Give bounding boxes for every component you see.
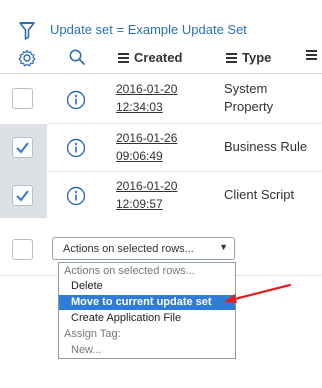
table-row[interactable]: 2016-01-20 12:34:03 System Property <box>0 74 322 124</box>
table-row[interactable]: 2016-01-20 12:09:57 Client Script <box>0 172 322 218</box>
type-cell: Business Rule <box>224 138 307 156</box>
column-header-created[interactable]: Created <box>118 50 182 65</box>
chevron-down-icon: ▼ <box>219 242 228 252</box>
info-icon[interactable] <box>66 90 86 115</box>
info-icon[interactable] <box>66 138 86 163</box>
dropdown-option-new-tag[interactable]: New... <box>59 343 235 358</box>
column-header-type[interactable]: Type <box>226 50 271 65</box>
row-checkbox[interactable] <box>12 88 33 109</box>
created-time: 12:09:57 <box>116 197 163 211</box>
row-checkbox[interactable] <box>12 185 33 206</box>
filter-condition-link[interactable]: Update set = Example Update Set <box>50 22 247 37</box>
dropdown-option-create-application-file[interactable]: Create Application File <box>59 311 235 326</box>
actions-dropdown-list: Actions on selected rows... Delete Move … <box>58 262 236 359</box>
type-text: Client Script <box>224 187 295 202</box>
actions-select[interactable]: Actions on selected rows... ▼ <box>52 237 235 260</box>
annotation-arrow-icon <box>222 282 292 312</box>
info-icon[interactable] <box>66 186 86 211</box>
type-cell: Client Script <box>224 186 294 204</box>
type-text: Business Rule <box>224 139 308 154</box>
dropdown-option-header: Actions on selected rows... <box>64 265 195 277</box>
gear-icon[interactable] <box>18 49 36 72</box>
type-text: Property <box>224 99 274 114</box>
created-date: 2016-01-20 <box>116 179 178 193</box>
checkmark-icon <box>16 142 29 154</box>
created-date: 2016-01-26 <box>116 131 178 145</box>
column-menu-icon[interactable] <box>118 53 129 63</box>
row-checkbox[interactable] <box>12 137 33 158</box>
dropdown-option-move-to-current-update-set[interactable]: Move to current update set <box>59 295 235 310</box>
dropdown-option-delete[interactable]: Delete <box>59 279 235 294</box>
search-icon[interactable] <box>68 48 86 71</box>
filter-breadcrumb: Update set = Example Update Set <box>0 12 322 42</box>
created-link[interactable]: 2016-01-20 12:34:03 <box>116 80 177 116</box>
created-link[interactable]: 2016-01-20 12:09:57 <box>116 177 177 213</box>
column-menu-icon[interactable] <box>306 50 317 60</box>
actions-select-value: Actions on selected rows... <box>63 243 194 255</box>
column-header-label: Type <box>242 50 272 65</box>
column-header-label: Created <box>134 50 183 65</box>
select-all-checkbox[interactable] <box>12 239 33 260</box>
column-header-more[interactable] <box>306 50 322 60</box>
list-header-row: Created Type <box>0 40 322 74</box>
checkmark-icon <box>16 190 29 202</box>
dropdown-option-assign-tag-header: Assign Tag: <box>64 328 121 340</box>
created-time: 09:06:49 <box>116 149 163 163</box>
created-date: 2016-01-20 <box>116 82 178 96</box>
column-menu-icon[interactable] <box>226 53 237 63</box>
type-text: System <box>224 81 268 96</box>
type-cell: System Property <box>224 80 273 116</box>
created-time: 12:34:03 <box>116 100 163 114</box>
created-link[interactable]: 2016-01-26 09:06:49 <box>116 129 177 165</box>
table-row[interactable]: 2016-01-26 09:06:49 Business Rule <box>0 124 322 172</box>
